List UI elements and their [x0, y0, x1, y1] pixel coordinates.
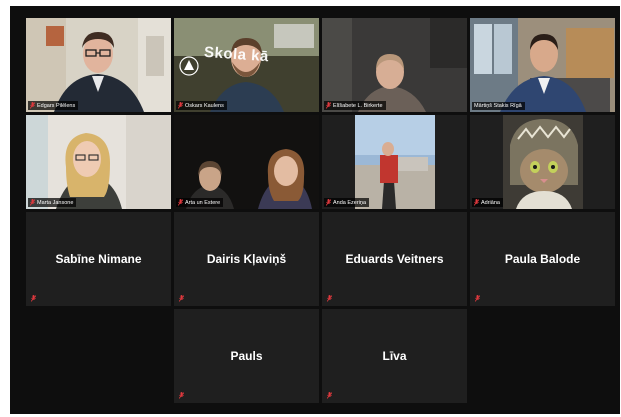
mic-muted-icon — [30, 199, 35, 206]
mic-muted-icon — [327, 295, 332, 302]
mic-muted-icon — [327, 392, 332, 399]
participant-name: Mārtiņš Stakis Rīgā — [474, 103, 522, 109]
participant-nameplate: Elīšabete L. Birkerte — [324, 101, 386, 110]
participant-name: Adriāna — [481, 199, 500, 206]
mic-muted-icon — [179, 392, 184, 399]
mic-muted-icon — [474, 199, 479, 206]
participant-nameplate: Anda Ezeriņa — [324, 198, 370, 207]
participant-video — [26, 18, 171, 112]
participant-nameplate: Mārtiņš Stakis Rīgā — [472, 102, 525, 110]
participant-tile-no-video[interactable]: Līva — [322, 309, 467, 403]
mic-muted-icon — [326, 102, 331, 109]
participant-tile[interactable]: Elīšabete L. Birkerte — [322, 18, 467, 112]
participant-name: Edgars Pilēlens — [37, 102, 76, 109]
participant-tile-no-video[interactable]: Eduards Veitners — [322, 212, 467, 306]
participant-name: Sabīne Nimane — [55, 252, 142, 266]
participant-name: Dairis Kļaviņš — [206, 252, 287, 266]
participant-video — [322, 18, 467, 112]
participant-tile[interactable]: Marta Jansone — [26, 115, 171, 209]
participant-video — [470, 115, 615, 209]
participant-nameplate: Adriāna — [472, 198, 503, 207]
participant-tile[interactable]: Adriāna — [470, 115, 615, 209]
mic-muted-icon — [475, 295, 480, 302]
participant-video — [174, 115, 319, 209]
participant-video — [322, 115, 467, 209]
participant-tile[interactable]: Anda Ezeriņa — [322, 115, 467, 209]
participant-tile[interactable]: Arta un Estere — [174, 115, 319, 209]
participant-name: Eduards Veitners — [345, 252, 444, 266]
mic-muted-icon — [30, 102, 35, 109]
participant-tile[interactable]: Edgars Pilēlens — [26, 18, 171, 112]
participant-tile-no-video[interactable]: Pauls — [174, 309, 319, 403]
participant-name: Pauls — [230, 349, 263, 363]
participant-tile-no-video[interactable]: Sabīne Nimane — [26, 212, 171, 306]
participant-nameplate: Oskars Kaulens — [176, 101, 227, 110]
participant-name: Arta un Estere — [185, 199, 221, 206]
participant-nameplate: Arta un Estere — [176, 198, 224, 207]
participant-nameplate: Edgars Pilēlens — [28, 101, 79, 110]
participant-video — [174, 18, 319, 112]
participant-tile[interactable]: Skola kā Oskars Kaulens — [174, 18, 319, 112]
participant-name: Līva — [382, 349, 407, 363]
meeting-gallery: Edgars Pilēlens Skola kā Oskars Kaulens — [10, 6, 620, 414]
participant-nameplate: Marta Jansone — [28, 198, 77, 207]
participant-tile-no-video[interactable]: Paula Balode — [470, 212, 615, 306]
participant-name: Marta Jansone — [37, 199, 74, 206]
participant-tile-active-speaker[interactable]: Mārtiņš Stakis Rīgā — [470, 18, 615, 112]
mic-muted-icon — [179, 295, 184, 302]
participant-video — [470, 18, 615, 112]
participant-name: Oskars Kaulens — [185, 102, 224, 109]
mic-muted-icon — [178, 199, 183, 206]
participant-name: Paula Balode — [504, 252, 581, 266]
participant-name: Elīšabete L. Birkerte — [333, 102, 383, 109]
participant-tile-no-video[interactable]: Dairis Kļaviņš — [174, 212, 319, 306]
participant-name: Anda Ezeriņa — [333, 199, 367, 206]
mic-muted-icon — [178, 102, 183, 109]
participant-video — [26, 115, 171, 209]
mic-muted-icon — [31, 295, 36, 302]
mic-muted-icon — [326, 199, 331, 206]
